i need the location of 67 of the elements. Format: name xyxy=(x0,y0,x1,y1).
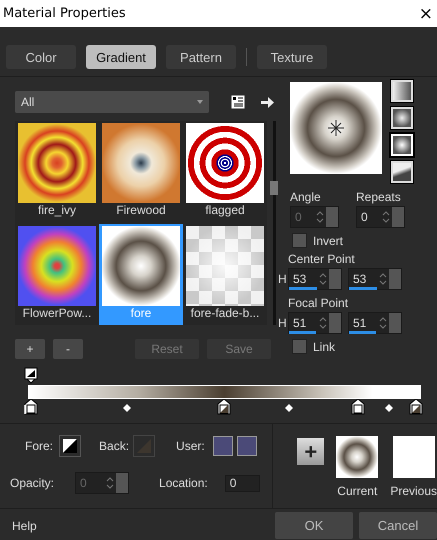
close-button[interactable]: × xyxy=(418,4,433,24)
caret-icon xyxy=(197,100,203,104)
label: Center Point xyxy=(288,252,356,266)
list-icon[interactable] xyxy=(231,95,245,109)
tab[interactable]: Color xyxy=(6,45,76,69)
user-color-swatch[interactable] xyxy=(212,436,233,456)
spin-arrows-icon[interactable] xyxy=(319,272,329,286)
gradient-tile[interactable]: fire_ivy xyxy=(15,121,99,222)
add-button[interactable]: + xyxy=(297,438,324,465)
spin-field[interactable]: 53 xyxy=(288,268,342,290)
gradient-swatch[interactable] xyxy=(336,436,378,478)
dialog-button[interactable]: OK xyxy=(275,512,353,539)
spin-arrows-icon[interactable] xyxy=(382,210,392,224)
spin-field[interactable]: 51 xyxy=(348,312,402,334)
tab[interactable]: Pattern xyxy=(166,45,236,69)
label: Back: xyxy=(99,439,130,453)
user-color-swatch[interactable] xyxy=(236,436,257,456)
window-title: Material Properties xyxy=(3,6,126,21)
back-swatch xyxy=(133,435,156,457)
gradient-style-button[interactable] xyxy=(391,161,413,183)
gradient-bar[interactable] xyxy=(28,385,421,399)
label: H xyxy=(278,316,286,330)
gradient-swatch[interactable] xyxy=(392,436,435,478)
small-button[interactable]: + xyxy=(15,339,45,359)
gradient-tile[interactable]: Firewood xyxy=(99,121,183,222)
help-link[interactable]: Help xyxy=(12,518,269,532)
scrollbar[interactable] xyxy=(271,121,277,325)
small-button[interactable]: - xyxy=(53,339,83,359)
midpoint-marker[interactable] xyxy=(123,404,132,412)
label: Repeats xyxy=(356,190,401,204)
crosshair-icon[interactable] xyxy=(328,120,344,136)
gradient-style-button[interactable] xyxy=(391,80,413,102)
category-dropdown[interactable]: All xyxy=(15,91,209,113)
checkbox[interactable]: Invert xyxy=(292,233,413,248)
spin-field[interactable]: 51 xyxy=(288,312,342,334)
color-stop-marker[interactable] xyxy=(351,399,366,415)
midpoint-marker[interactable] xyxy=(284,404,293,412)
tab[interactable]: Gradient xyxy=(86,45,156,69)
label: Previous xyxy=(390,484,437,498)
color-stop-marker[interactable] xyxy=(409,399,423,415)
spin-arrows-icon[interactable] xyxy=(319,316,329,330)
dialog-button[interactable]: Cancel xyxy=(359,512,437,539)
label: Location: xyxy=(159,476,208,490)
selected-stop-icon xyxy=(24,367,38,384)
label: Angle xyxy=(290,190,322,204)
fore-swatch[interactable] xyxy=(59,435,82,457)
gradient-tile[interactable]: fore-fade-b... xyxy=(183,224,267,325)
spin-field[interactable]: 0 xyxy=(356,206,405,228)
gradient-tile[interactable]: flagged xyxy=(183,121,267,222)
label: User: xyxy=(176,439,205,453)
location-field[interactable]: 0 xyxy=(224,474,260,492)
color-stop-marker[interactable] xyxy=(216,399,230,415)
checkbox[interactable]: Link xyxy=(292,339,413,354)
arrow-right-icon[interactable] xyxy=(261,96,274,108)
tab[interactable]: Texture xyxy=(257,45,327,69)
label: H xyxy=(278,272,286,286)
label: Fore: xyxy=(25,439,54,453)
label: Opacity: xyxy=(10,476,54,490)
spin-field[interactable]: 53 xyxy=(348,268,402,290)
label: Current xyxy=(337,484,378,498)
midpoint-marker[interactable] xyxy=(385,404,394,412)
spin-arrows-icon[interactable] xyxy=(379,272,389,286)
gradient-tile[interactable]: FlowerPow... xyxy=(15,224,99,325)
label: Focal Point xyxy=(288,296,350,310)
spin-arrows-icon[interactable] xyxy=(379,316,389,330)
color-stop-marker[interactable] xyxy=(24,399,38,415)
gradient-style-button[interactable] xyxy=(391,107,413,129)
